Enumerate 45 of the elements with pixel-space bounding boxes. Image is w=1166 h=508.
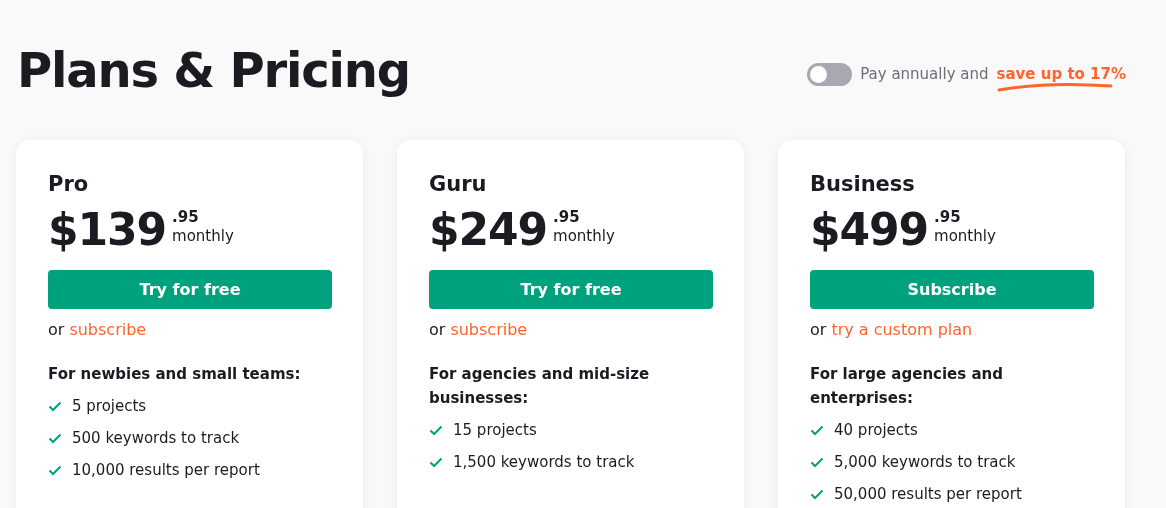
plan-link[interactable]: subscribe <box>450 320 528 340</box>
plan-button[interactable]: Try for free <box>429 270 713 309</box>
plan-description: For newbies and small teams: <box>48 364 302 385</box>
billing-period: monthly <box>553 226 615 246</box>
feature-text: 500 keywords to track <box>72 427 240 449</box>
check-icon <box>48 400 62 412</box>
check-icon <box>429 424 443 436</box>
toggle-label: Pay annually and <box>860 63 989 85</box>
feature-text: 15 projects <box>453 419 537 441</box>
plan-button[interactable]: Subscribe <box>810 270 1094 309</box>
plan-button[interactable]: Try for free <box>48 270 332 309</box>
billing-period: monthly <box>172 226 234 246</box>
plan-link[interactable]: try a custom plan <box>831 320 973 340</box>
or-text: or <box>810 320 827 340</box>
feature-text: 5,000 keywords to track <box>834 451 1016 473</box>
check-icon <box>810 488 824 500</box>
billing-period: monthly <box>934 226 996 246</box>
plan-description: For large agencies and enterprises: <box>810 364 1004 409</box>
underline-swoosh-icon <box>996 82 1113 92</box>
savings-highlight: save up to 17% <box>996 65 1126 83</box>
check-icon <box>810 456 824 468</box>
feature-text: 5 projects <box>72 395 147 417</box>
price-cents: .95 <box>172 208 200 226</box>
plan-link[interactable]: subscribe <box>69 320 147 340</box>
price-cents: .95 <box>553 208 581 226</box>
check-icon <box>48 464 62 476</box>
page-title: Plans & Pricing <box>17 41 410 100</box>
plan-name: Guru <box>429 171 488 198</box>
plan-price: $249 <box>429 204 548 256</box>
or-text: or <box>48 320 65 340</box>
annual-billing-toggle[interactable] <box>807 62 853 86</box>
feature-text: 50,000 results per report <box>834 483 1022 505</box>
plan-price: $499 <box>810 204 929 256</box>
check-icon <box>429 456 443 468</box>
or-text: or <box>429 320 446 340</box>
feature-text: 40 projects <box>834 419 918 441</box>
price-cents: .95 <box>934 208 962 226</box>
plan-name: Pro <box>48 171 90 198</box>
plan-description: For agencies and mid-size businesses: <box>429 364 651 409</box>
feature-text: 10,000 results per report <box>72 459 260 481</box>
check-icon <box>810 424 824 436</box>
plan-name: Business <box>810 171 916 198</box>
check-icon <box>48 432 62 444</box>
plan-price: $139 <box>48 204 167 256</box>
feature-text: 1,500 keywords to track <box>453 451 635 473</box>
